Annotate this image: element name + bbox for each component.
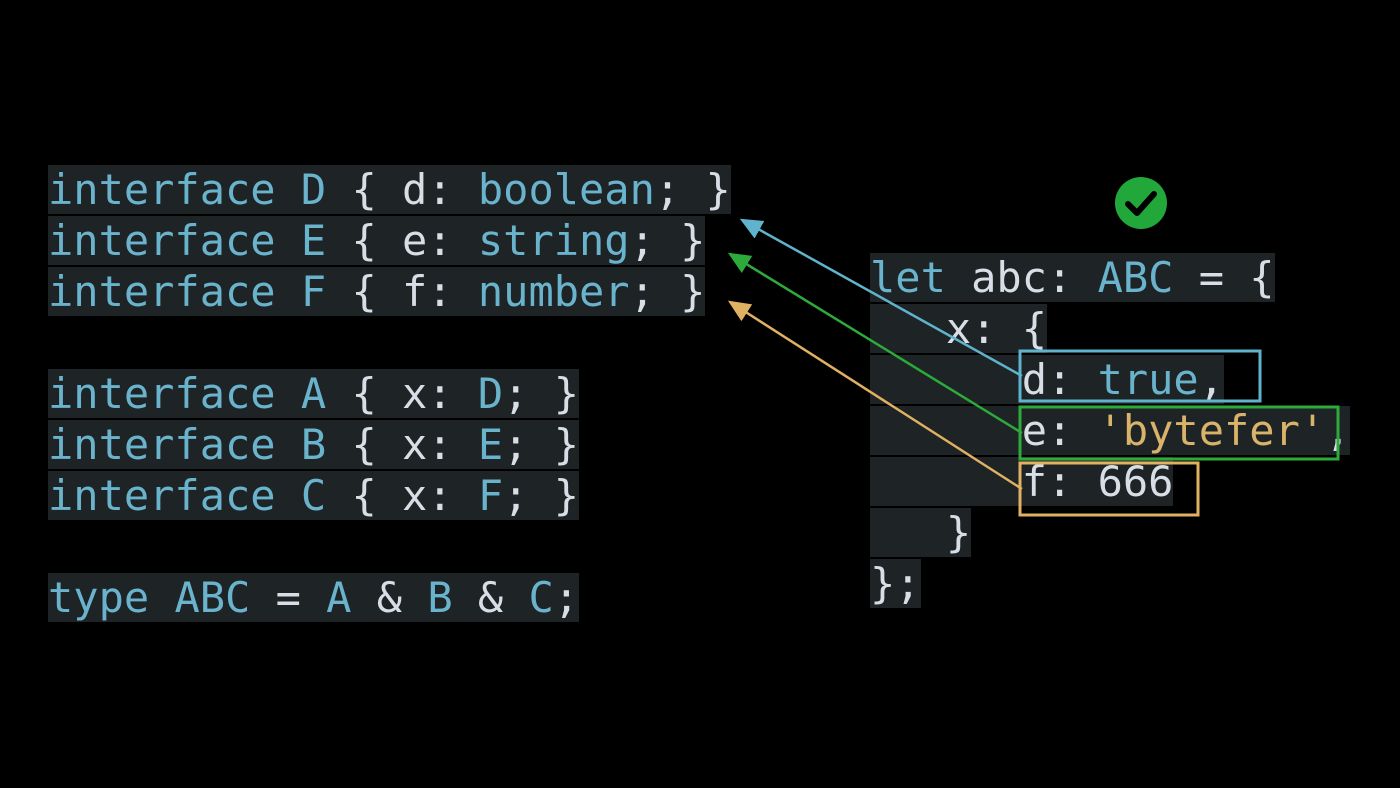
box-e-bytefer [1018, 405, 1340, 461]
box-d-true [1018, 349, 1262, 403]
arrow-e-to-interface-e [727, 252, 1023, 435]
arrow-f-to-interface-f [727, 300, 1023, 491]
connector-overlay [727, 218, 1340, 517]
box-f-666 [1018, 461, 1200, 517]
arrow-d-to-interface-d [739, 218, 1023, 378]
